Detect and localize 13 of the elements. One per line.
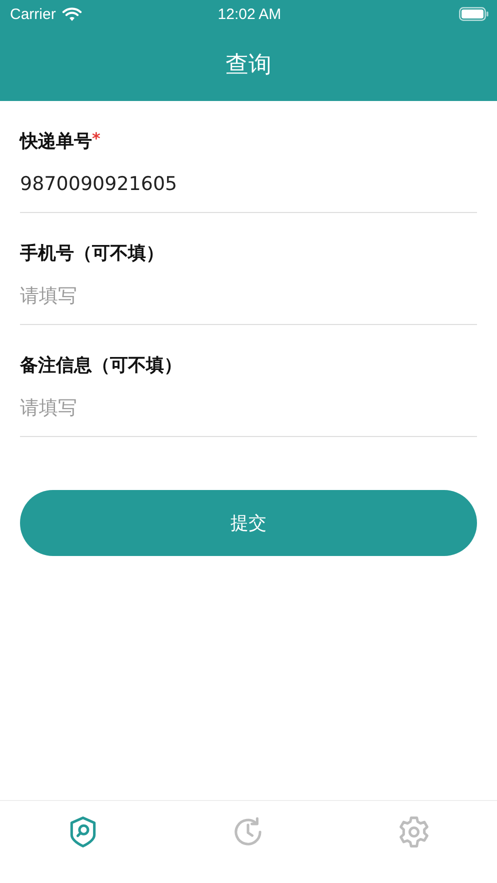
- field-label: 备注信息（可不填）: [20, 354, 182, 376]
- input-field[interactable]: 请填写: [20, 284, 477, 306]
- battery-icon: [459, 7, 489, 21]
- page-title: 查询: [226, 51, 272, 80]
- field-label: 快递单号: [20, 130, 92, 152]
- carrier-label: Carrier: [10, 6, 56, 22]
- gear-icon: [397, 815, 432, 849]
- time-label: 12:02 AM: [218, 6, 282, 22]
- input-field[interactable]: 9870090921605: [20, 172, 477, 194]
- input-field[interactable]: 请填写: [20, 396, 477, 418]
- wifi-icon: [62, 6, 82, 22]
- required-mark: *: [92, 128, 100, 148]
- field-label: 手机号（可不填）: [20, 242, 164, 264]
